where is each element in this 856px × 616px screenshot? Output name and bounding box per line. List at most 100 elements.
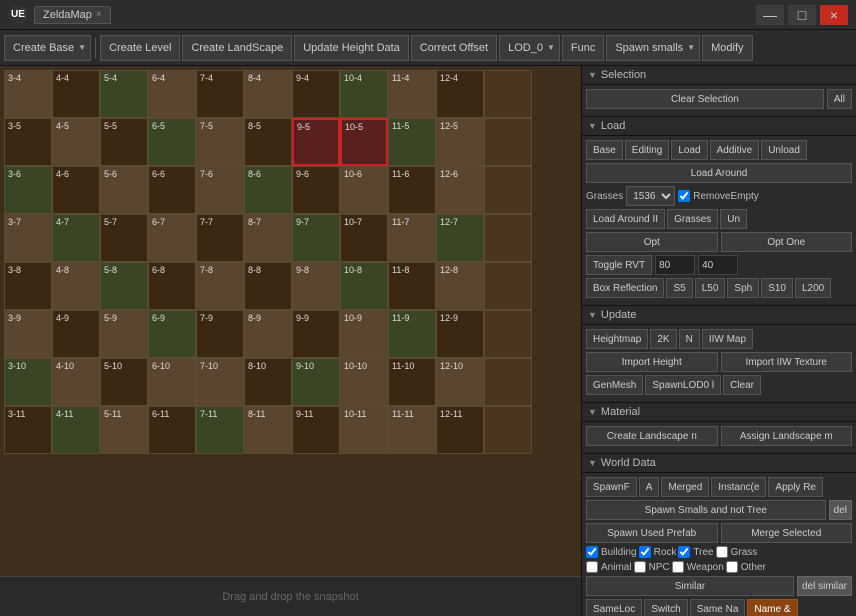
map-cell[interactable]: 6-4: [148, 70, 196, 118]
sph-button[interactable]: Sph: [727, 278, 759, 298]
map-cell[interactable]: 5-9: [100, 310, 148, 358]
update-section-header[interactable]: ▼ Update: [582, 306, 856, 325]
map-cell[interactable]: 6-5: [148, 118, 196, 166]
rock-checkbox[interactable]: [639, 546, 651, 558]
tree-checkbox[interactable]: [678, 546, 690, 558]
map-cell[interactable]: 10-8: [340, 262, 388, 310]
create-landscape-button[interactable]: Create LandScape: [182, 35, 292, 61]
import-iiw-button[interactable]: Import IIW Texture: [721, 352, 853, 372]
map-cell[interactable]: 6-10: [148, 358, 196, 406]
map-cell[interactable]: 10-9: [340, 310, 388, 358]
map-cell[interactable]: [484, 214, 532, 262]
map-cell[interactable]: 6-7: [148, 214, 196, 262]
map-cell[interactable]: 5-4: [100, 70, 148, 118]
map-cell[interactable]: [484, 358, 532, 406]
map-cell[interactable]: 11-7: [388, 214, 436, 262]
map-cell[interactable]: 8-7: [244, 214, 292, 262]
spawnf-button[interactable]: SpawnF: [586, 477, 637, 497]
map-cell[interactable]: 10-4: [340, 70, 388, 118]
map-cell[interactable]: 11-5: [388, 118, 436, 166]
map-cell[interactable]: 6-11: [148, 406, 196, 454]
rvt-input-2[interactable]: [698, 255, 738, 275]
map-cell[interactable]: 10-5: [340, 118, 388, 166]
lod-dropdown[interactable]: LOD_0 ▼: [499, 35, 560, 61]
map-cell[interactable]: 7-7: [196, 214, 244, 262]
remove-empty-checkbox[interactable]: [678, 190, 690, 202]
spawn-lod0-button[interactable]: SpawnLOD0 l: [645, 375, 721, 395]
map-cell[interactable]: 3-7: [4, 214, 52, 262]
base-button[interactable]: Base: [586, 140, 623, 160]
toggle-rvt-button[interactable]: Toggle RVT: [586, 255, 652, 275]
map-cell[interactable]: 12-9: [436, 310, 484, 358]
map-cell[interactable]: 3-9: [4, 310, 52, 358]
grass-checkbox[interactable]: [716, 546, 728, 558]
map-cell[interactable]: 7-4: [196, 70, 244, 118]
map-cell[interactable]: 9-8: [292, 262, 340, 310]
map-cell[interactable]: 12-7: [436, 214, 484, 262]
map-cell[interactable]: 8-11: [244, 406, 292, 454]
map-canvas[interactable]: 3-44-45-46-47-48-49-410-411-412-43-54-55…: [0, 66, 581, 576]
map-cell[interactable]: 4-6: [52, 166, 100, 214]
load-button[interactable]: Load: [671, 140, 707, 160]
map-cell[interactable]: 9-10: [292, 358, 340, 406]
drag-drop-area[interactable]: Drag and drop the snapshot: [0, 576, 581, 616]
npc-checkbox[interactable]: [634, 561, 646, 573]
map-cell[interactable]: [484, 262, 532, 310]
map-cell[interactable]: 12-5: [436, 118, 484, 166]
assign-landscape-button[interactable]: Assign Landscape m: [721, 426, 853, 446]
del-button-1[interactable]: del: [829, 500, 852, 520]
map-cell[interactable]: 3-10: [4, 358, 52, 406]
genmesh-button[interactable]: GenMesh: [586, 375, 643, 395]
sameloc-button[interactable]: SameLoc: [586, 599, 642, 616]
map-cell[interactable]: 3-8: [4, 262, 52, 310]
map-cell[interactable]: 8-8: [244, 262, 292, 310]
close-window-button[interactable]: ×: [820, 5, 848, 25]
animal-checkbox[interactable]: [586, 561, 598, 573]
map-cell[interactable]: 9-11: [292, 406, 340, 454]
map-cell[interactable]: 5-8: [100, 262, 148, 310]
switch-button[interactable]: Switch: [644, 599, 687, 616]
map-cell[interactable]: 7-5: [196, 118, 244, 166]
opt-one-button[interactable]: Opt One: [721, 232, 853, 252]
map-cell[interactable]: 3-6: [4, 166, 52, 214]
map-cell[interactable]: [484, 406, 532, 454]
modify-button[interactable]: Modify: [702, 35, 752, 61]
name-part-button[interactable]: Name &: [747, 599, 797, 616]
func-button[interactable]: Func: [562, 35, 604, 61]
instance-button[interactable]: Instanc(e: [711, 477, 766, 497]
heightmap-button[interactable]: Heightmap: [586, 329, 648, 349]
l50-button[interactable]: L50: [695, 278, 726, 298]
map-cell[interactable]: 5-5: [100, 118, 148, 166]
a-button[interactable]: A: [639, 477, 660, 497]
unload-button[interactable]: Unload: [761, 140, 807, 160]
map-cell[interactable]: 4-4: [52, 70, 100, 118]
map-cell[interactable]: 9-7: [292, 214, 340, 262]
map-cell[interactable]: 12-8: [436, 262, 484, 310]
l200-button[interactable]: L200: [795, 278, 831, 298]
merged-button[interactable]: Merged: [661, 477, 709, 497]
map-cell[interactable]: 10-11: [340, 406, 388, 454]
map-cell[interactable]: 4-9: [52, 310, 100, 358]
map-cell[interactable]: 9-5: [292, 118, 340, 166]
map-cell[interactable]: 4-5: [52, 118, 100, 166]
map-cell[interactable]: 6-6: [148, 166, 196, 214]
map-cell[interactable]: 9-9: [292, 310, 340, 358]
map-cell[interactable]: [484, 118, 532, 166]
map-cell[interactable]: 5-6: [100, 166, 148, 214]
map-cell[interactable]: 11-4: [388, 70, 436, 118]
map-cell[interactable]: 12-11: [436, 406, 484, 454]
other-checkbox[interactable]: [726, 561, 738, 573]
map-cell[interactable]: 10-7: [340, 214, 388, 262]
hm-2k-button[interactable]: 2K: [650, 329, 676, 349]
selection-section-header[interactable]: ▼ Selection: [582, 66, 856, 85]
map-cell[interactable]: 7-10: [196, 358, 244, 406]
map-cell[interactable]: 7-9: [196, 310, 244, 358]
additive-button[interactable]: Additive: [710, 140, 760, 160]
spawn-smalls-not-tree-button[interactable]: Spawn Smalls and not Tree: [586, 500, 826, 520]
minimize-button[interactable]: —: [756, 5, 784, 25]
map-cell[interactable]: 3-11: [4, 406, 52, 454]
same-na-button[interactable]: Same Na: [690, 599, 746, 616]
create-level-button[interactable]: Create Level: [100, 35, 180, 61]
map-cell[interactable]: 7-11: [196, 406, 244, 454]
map-cell[interactable]: 4-10: [52, 358, 100, 406]
